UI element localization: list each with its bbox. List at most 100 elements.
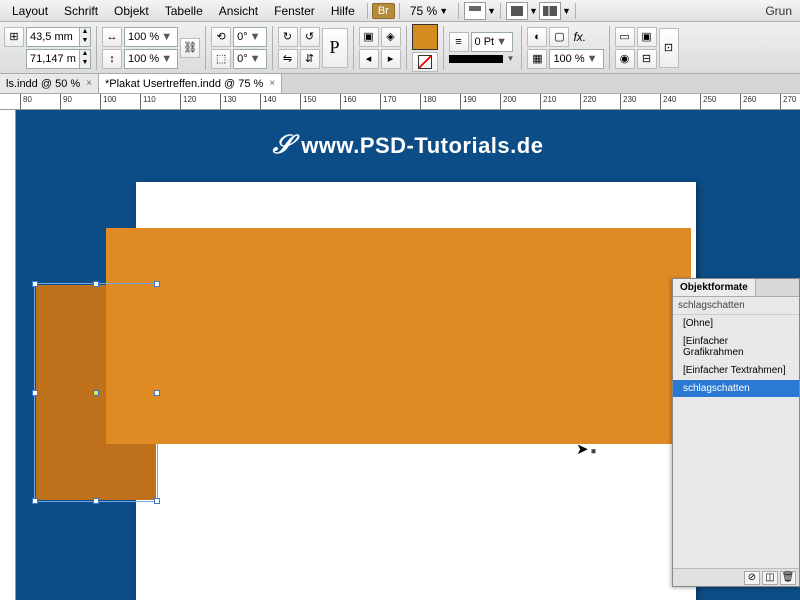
chevron-down-icon[interactable]: ▼ (562, 6, 571, 16)
x-position-field[interactable]: ▲▼ (26, 27, 91, 47)
chevron-down-icon[interactable]: ▼ (487, 6, 496, 16)
y-position-input[interactable] (27, 53, 79, 65)
clear-override-icon[interactable]: ⊘ (744, 571, 760, 585)
resize-handle[interactable] (93, 498, 99, 504)
chevron-down-icon[interactable]: ▼ (159, 31, 174, 43)
fx-icon[interactable]: fx. (571, 30, 588, 44)
chevron-down-icon[interactable]: ▼ (248, 53, 263, 65)
effects-icon[interactable]: ◐ (527, 27, 547, 47)
style-item-graphic-frame[interactable]: [Einfacher Grafikrahmen (673, 333, 799, 362)
rotate-ccw-icon[interactable]: ↺ (300, 27, 320, 47)
ruler-tick: 170 (380, 94, 381, 110)
panel-footer: ⊘ ◫ 🗑 (673, 568, 799, 586)
flip-v-icon[interactable]: ⇵ (300, 49, 320, 69)
opacity-field[interactable]: 100 %▼ (549, 49, 603, 69)
style-filter[interactable]: schlagschatten (673, 297, 799, 315)
stroke-weight-field[interactable]: 0 Pt▼ (471, 32, 513, 52)
delete-style-icon[interactable]: 🗑 (780, 571, 796, 585)
reference-point-icon[interactable]: ⊞ (4, 27, 24, 47)
y-position-field[interactable]: ▲▼ (26, 49, 91, 69)
center-handle[interactable] (93, 390, 99, 396)
shear-field[interactable]: 0°▼ (233, 49, 266, 69)
horizontal-ruler[interactable]: 8090100110120130140150160170180190200210… (0, 94, 800, 110)
arrange-docs-button[interactable] (506, 2, 528, 20)
page-header: 𝒮 www.PSD-Tutorials.de (273, 130, 544, 161)
x-position-input[interactable] (27, 31, 79, 43)
rotate-field[interactable]: 0°▼ (233, 27, 266, 47)
resize-handle[interactable] (154, 390, 160, 396)
scale-y-icon: ↕ (102, 49, 122, 69)
chevron-down-icon[interactable]: ▼ (494, 36, 509, 48)
panel-tab[interactable]: Objektformate (673, 279, 756, 296)
resize-handle[interactable] (32, 390, 38, 396)
close-icon[interactable]: × (86, 78, 92, 89)
select-content-icon[interactable]: ◈ (381, 27, 401, 47)
workspace-label[interactable]: Grun (765, 4, 796, 18)
stepper-up-icon[interactable]: ▲ (79, 28, 90, 37)
ruler-tick: 140 (260, 94, 261, 110)
view-mode-button[interactable] (539, 2, 561, 20)
text-wrap-jump-icon[interactable]: ⊟ (637, 49, 657, 69)
tab-label: *Plakat Usertreffen.indd @ 75 % (105, 78, 263, 90)
constrain-link-icon[interactable]: ⛓ (180, 38, 200, 58)
scale-y-field[interactable]: 100 %▼ (124, 49, 178, 69)
menu-separator (399, 3, 400, 19)
close-icon[interactable]: × (269, 78, 275, 89)
panel-tab-row: Objektformate (673, 279, 799, 297)
chevron-down-icon[interactable]: ▼ (529, 6, 538, 16)
text-wrap-none-icon[interactable]: ▭ (615, 27, 635, 47)
stepper-down-icon[interactable]: ▼ (79, 59, 90, 68)
ruler-tick: 130 (220, 94, 221, 110)
divider (96, 26, 97, 70)
new-style-icon[interactable]: ◫ (762, 571, 778, 585)
resize-handle[interactable] (154, 281, 160, 287)
menu-window[interactable]: Fenster (266, 4, 323, 18)
select-container-icon[interactable]: ▣ (359, 27, 379, 47)
document-tab[interactable]: *Plakat Usertreffen.indd @ 75 % × (99, 74, 282, 93)
drop-shadow-icon[interactable]: ▢ (549, 27, 569, 47)
chevron-down-icon[interactable]: ▼ (585, 53, 600, 65)
menu-table[interactable]: Tabelle (157, 4, 211, 18)
menu-layout[interactable]: Layout (4, 4, 56, 18)
chevron-down-icon[interactable]: ▼ (248, 31, 263, 43)
stepper-up-icon[interactable]: ▲ (79, 50, 90, 59)
fill-color-swatch[interactable] (412, 24, 438, 50)
style-list: [Ohne] [Einfacher Grafikrahmen [Einfache… (673, 315, 799, 398)
crop-icon[interactable]: ⊡ (659, 28, 679, 68)
divider (443, 26, 444, 70)
vertical-ruler[interactable] (0, 110, 16, 600)
text-wrap-shape-icon[interactable]: ◉ (615, 49, 635, 69)
selection-frame[interactable] (34, 283, 158, 502)
menu-help[interactable]: Hilfe (323, 4, 363, 18)
scale-x-field[interactable]: 100 %▼ (124, 27, 178, 47)
text-wrap-bounding-icon[interactable]: ▣ (637, 27, 657, 47)
flip-h-icon[interactable]: ⇋ (278, 49, 298, 69)
no-fill-icon[interactable] (412, 52, 438, 72)
select-prev-icon[interactable]: ◂ (359, 49, 379, 69)
stroke-style-dropdown[interactable] (449, 55, 503, 63)
style-item-text-frame[interactable]: [Einfacher Textrahmen] (673, 362, 799, 380)
resize-handle[interactable] (32, 281, 38, 287)
chevron-down-icon[interactable]: ▼ (505, 54, 517, 63)
resize-handle[interactable] (93, 281, 99, 287)
orange-shape-main[interactable] (106, 228, 691, 444)
canvas-area: 𝒮 www.PSD-Tutorials.de ➤◾ Objektformate … (0, 110, 800, 600)
resize-handle[interactable] (154, 498, 160, 504)
rotate-cw-icon[interactable]: ↻ (278, 27, 298, 47)
menu-font[interactable]: Schrift (56, 4, 106, 18)
paragraph-icon[interactable]: P (322, 28, 348, 68)
zoom-level-dropdown[interactable]: 75 % ▼ (404, 4, 454, 18)
bridge-button[interactable]: Br (372, 3, 395, 19)
tab-label: ls.indd @ 50 % (6, 78, 80, 90)
document-tab[interactable]: ls.indd @ 50 % × (0, 74, 99, 93)
select-next-icon[interactable]: ▸ (381, 49, 401, 69)
shear-icon: ⬚ (211, 49, 231, 69)
chevron-down-icon[interactable]: ▼ (159, 53, 174, 65)
style-item-none[interactable]: [Ohne] (673, 315, 799, 333)
stepper-down-icon[interactable]: ▼ (79, 37, 90, 46)
menu-view[interactable]: Ansicht (211, 4, 266, 18)
resize-handle[interactable] (32, 498, 38, 504)
screen-mode-button[interactable] (464, 2, 486, 20)
style-item-schlagschatten[interactable]: schlagschatten (673, 380, 799, 398)
menu-object[interactable]: Objekt (106, 4, 157, 18)
